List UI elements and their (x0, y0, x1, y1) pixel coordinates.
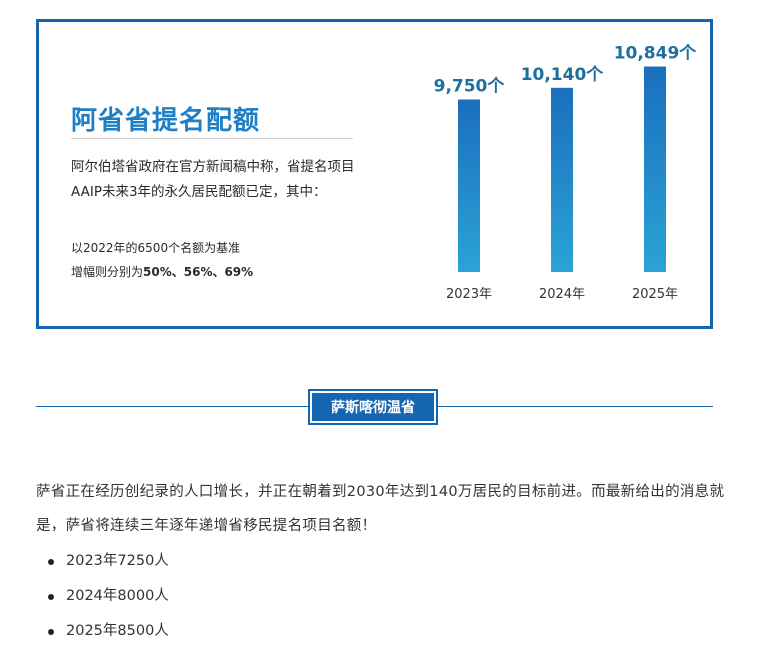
body-paragraph: 萨省正在经历创纪录的人口增长，并正在朝着到2030年达到140万居民的目标前进。… (36, 484, 725, 534)
bullet-icon (48, 629, 54, 635)
list-item: 2024年8000人 (36, 579, 169, 614)
list-item-text: 2023年7250人 (66, 553, 169, 569)
list-item: 2023年7250人 (36, 544, 169, 579)
bullet-icon (48, 594, 54, 600)
chart-x-tick-label: 2024年 (539, 287, 585, 302)
quota-bar-chart: 9,750个 2023年 10,140个 2024年 10,849个 2025年 (399, 42, 699, 312)
card-description: 阿尔伯塔省政府在官方新闻稿中称，省提名项目AAIP未来3年的永久居民配额已定，其… (71, 159, 355, 200)
chart-x-tick-label: 2025年 (632, 287, 678, 302)
chart-x-tick-label: 2023年 (446, 287, 492, 302)
chart-bar (644, 66, 666, 272)
chart-data-label: 9,750个 (434, 76, 506, 97)
aaip-quota-card: 阿省省提名配额 阿尔伯塔省政府在官方新闻稿中称，省提名项目AAIP未来3年的永久… (36, 19, 713, 329)
chart-svg: 9,750个 2023年 10,140个 2024年 10,849个 2025年 (434, 43, 698, 302)
note-increase: 增幅则分别为50%、56%、69% (71, 260, 351, 284)
card-divider (71, 138, 353, 139)
list-item-text: 2025年8500人 (66, 623, 169, 639)
section-heading-badge: 萨斯喀彻温省 (308, 389, 438, 425)
note-baseline: 以2022年的6500个名额为基准 (71, 241, 241, 255)
quota-list: 2023年7250人 2024年8000人 2025年8500人 (36, 544, 169, 649)
bullet-icon (48, 559, 54, 565)
chart-data-label: 10,849个 (614, 43, 698, 64)
card-title: 阿省省提名配额 (71, 106, 261, 136)
note-increase-prefix: 增幅则分别为 (71, 265, 144, 279)
note-increase-values: 50%、56%、69% (143, 265, 254, 279)
card-note: 以2022年的6500个名额为基准 增幅则分别为50%、56%、69% (71, 236, 351, 284)
chart-bar (551, 87, 573, 272)
chart-data-label: 10,140个 (521, 64, 605, 85)
chart-bar (458, 99, 480, 272)
list-item: 2025年8500人 (36, 614, 169, 649)
list-item-text: 2024年8000人 (66, 588, 169, 604)
section-heading: 萨斯喀彻温省 (312, 393, 434, 421)
